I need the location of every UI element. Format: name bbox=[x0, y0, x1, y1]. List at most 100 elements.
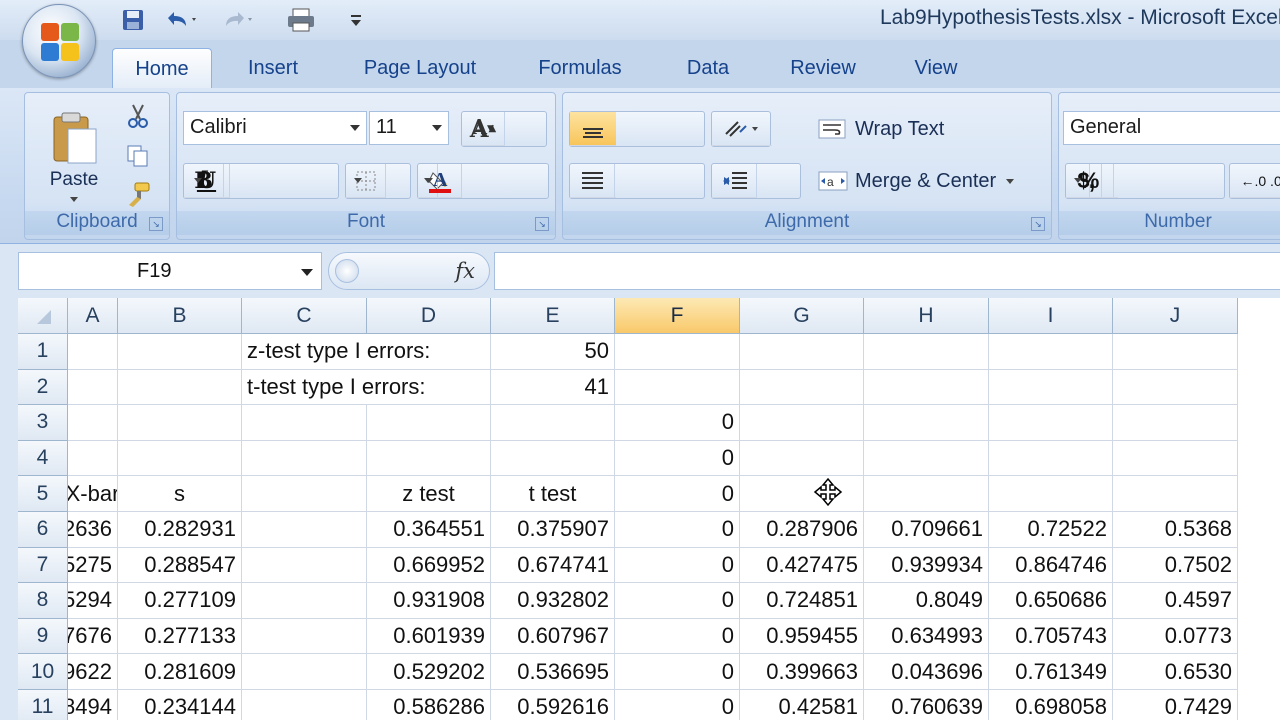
cell-e2[interactable]: 41 bbox=[491, 369, 615, 406]
row-header-6[interactable]: 6 bbox=[18, 512, 68, 548]
cell-a3[interactable] bbox=[68, 405, 118, 441]
tab-data[interactable]: Data bbox=[670, 48, 746, 88]
cell-i3[interactable] bbox=[989, 405, 1113, 441]
row-header-2[interactable]: 2 bbox=[18, 369, 68, 406]
name-box[interactable]: F19 bbox=[18, 252, 322, 290]
formula-input[interactable] bbox=[494, 252, 1280, 290]
increase-decimal-button[interactable]: ←.0 .00 bbox=[1229, 163, 1280, 199]
cell-c2[interactable]: t-test type I errors: bbox=[242, 370, 426, 406]
cell-f4[interactable]: 0 bbox=[615, 440, 740, 477]
cell-h11[interactable]: 0.760639 bbox=[864, 690, 989, 720]
column-header-e[interactable]: E bbox=[491, 298, 615, 334]
align-right-icon[interactable] bbox=[570, 164, 616, 198]
cell-i11[interactable]: 0.698058 bbox=[989, 690, 1113, 720]
cell-e3[interactable] bbox=[491, 405, 615, 441]
insert-function-icon[interactable]: fx bbox=[455, 259, 475, 283]
cell-j7[interactable]: 0.7502 bbox=[1113, 547, 1238, 584]
cell-j6[interactable]: 0.5368 bbox=[1113, 512, 1238, 548]
cell-f11[interactable]: 0 bbox=[615, 690, 740, 720]
tab-page-layout[interactable]: Page Layout bbox=[344, 48, 496, 88]
cell-e7[interactable]: 0.674741 bbox=[491, 547, 615, 584]
cell-c4[interactable] bbox=[242, 440, 367, 477]
column-header-j[interactable]: J bbox=[1113, 298, 1238, 334]
cell-c8[interactable] bbox=[242, 583, 367, 619]
cell-e5[interactable]: t test bbox=[491, 476, 615, 512]
cell-b7[interactable]: 0.288547 bbox=[118, 547, 242, 584]
cell-j10[interactable]: 0.6530 bbox=[1113, 654, 1238, 690]
cell-d7[interactable]: 0.669952 bbox=[367, 547, 491, 584]
cell-h7[interactable]: 0.939934 bbox=[864, 547, 989, 584]
cell-f2[interactable] bbox=[615, 369, 740, 406]
column-header-c[interactable]: C bbox=[242, 298, 367, 334]
cell-f8[interactable]: 0 bbox=[615, 583, 740, 619]
cell-h6[interactable]: 0.709661 bbox=[864, 512, 989, 548]
clipboard-launcher-icon[interactable]: ↘ bbox=[149, 217, 163, 231]
cell-g10[interactable]: 0.399663 bbox=[740, 654, 864, 690]
cell-b5[interactable]: s bbox=[118, 476, 242, 512]
cell-j9[interactable]: 0.0773 bbox=[1113, 618, 1238, 655]
cell-a7[interactable]: 0.5275 bbox=[68, 547, 118, 584]
redo-icon[interactable] bbox=[214, 6, 262, 34]
cell-a10[interactable]: 0.539622 bbox=[68, 654, 118, 690]
cell-h10[interactable]: 0.043696 bbox=[864, 654, 989, 690]
cell-h1[interactable] bbox=[864, 334, 989, 370]
cell-f3[interactable]: 0 bbox=[615, 405, 740, 441]
cell-j2[interactable] bbox=[1113, 369, 1238, 406]
cell-j3[interactable] bbox=[1113, 405, 1238, 441]
row-header-8[interactable]: 8 bbox=[18, 583, 68, 619]
cell-a11[interactable]: 0.528494 bbox=[68, 690, 118, 720]
cell-c10[interactable] bbox=[242, 654, 367, 690]
cell-c3[interactable] bbox=[242, 405, 367, 441]
cell-f7[interactable]: 0 bbox=[615, 547, 740, 584]
cell-i2[interactable] bbox=[989, 369, 1113, 406]
orientation-button[interactable] bbox=[711, 111, 772, 147]
row-header-5[interactable]: 5 bbox=[18, 476, 68, 512]
cell-i9[interactable]: 0.705743 bbox=[989, 618, 1113, 655]
cell-a1[interactable] bbox=[68, 334, 118, 370]
office-button[interactable] bbox=[22, 4, 96, 78]
cell-i7[interactable]: 0.864746 bbox=[989, 547, 1113, 584]
print-icon[interactable] bbox=[282, 6, 322, 34]
column-header-i[interactable]: I bbox=[989, 298, 1113, 334]
row-header-4[interactable]: 4 bbox=[18, 440, 68, 477]
cell-d5[interactable]: z test bbox=[367, 476, 491, 512]
cell-j4[interactable] bbox=[1113, 440, 1238, 477]
cell-h2[interactable] bbox=[864, 369, 989, 406]
format-painter-icon[interactable] bbox=[123, 179, 153, 209]
cell-j8[interactable]: 0.4597 bbox=[1113, 583, 1238, 619]
cell-a9[interactable]: 0.467676 bbox=[68, 618, 118, 655]
cell-f6[interactable]: 0 bbox=[615, 512, 740, 548]
row-header-11[interactable]: 11 bbox=[18, 690, 68, 720]
undo-icon[interactable] bbox=[158, 6, 206, 34]
cell-d8[interactable]: 0.931908 bbox=[367, 583, 491, 619]
cell-a5[interactable]: X-bar bbox=[68, 476, 118, 512]
row-header-1[interactable]: 1 bbox=[18, 334, 68, 370]
cell-b8[interactable]: 0.277109 bbox=[118, 583, 242, 619]
save-icon[interactable] bbox=[116, 6, 150, 34]
cell-h9[interactable]: 0.634993 bbox=[864, 618, 989, 655]
cell-b3[interactable] bbox=[118, 405, 242, 441]
row-header-7[interactable]: 7 bbox=[18, 547, 68, 584]
cell-e9[interactable]: 0.607967 bbox=[491, 618, 615, 655]
cell-d3[interactable] bbox=[367, 405, 491, 441]
tab-review[interactable]: Review bbox=[772, 48, 874, 88]
cell-b1[interactable] bbox=[118, 334, 242, 370]
column-header-b[interactable]: B bbox=[118, 298, 242, 334]
cell-b4[interactable] bbox=[118, 440, 242, 477]
cell-d9[interactable]: 0.601939 bbox=[367, 618, 491, 655]
cell-e8[interactable]: 0.932802 bbox=[491, 583, 615, 619]
font-size-select[interactable]: 11 bbox=[369, 111, 449, 145]
customize-icon[interactable] bbox=[344, 6, 368, 34]
cell-e6[interactable]: 0.375907 bbox=[491, 512, 615, 548]
cell-g8[interactable]: 0.724851 bbox=[740, 583, 864, 619]
alignment-launcher-icon[interactable]: ↘ bbox=[1031, 217, 1045, 231]
cell-d11[interactable]: 0.586286 bbox=[367, 690, 491, 720]
cell-f5[interactable]: 0 bbox=[615, 476, 740, 512]
cell-j11[interactable]: 0.7429 bbox=[1113, 690, 1238, 720]
cell-i5[interactable] bbox=[989, 476, 1113, 512]
column-header-g[interactable]: G bbox=[740, 298, 864, 334]
cell-f9[interactable]: 0 bbox=[615, 618, 740, 655]
column-header-h[interactable]: H bbox=[864, 298, 989, 334]
cell-f1[interactable] bbox=[615, 334, 740, 370]
cell-i10[interactable]: 0.761349 bbox=[989, 654, 1113, 690]
